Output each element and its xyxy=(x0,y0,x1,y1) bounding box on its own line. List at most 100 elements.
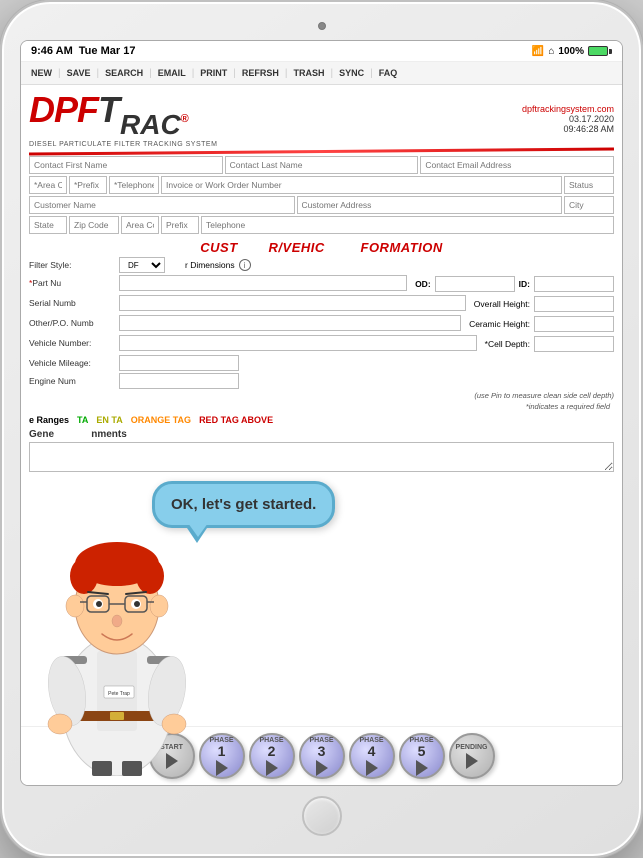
logo-time: 09:46:28 AM xyxy=(522,124,614,134)
section-header-text: CUST xyxy=(200,240,237,255)
area-code2-input[interactable] xyxy=(121,216,159,234)
customer-name-input[interactable] xyxy=(29,196,295,214)
tag-ranges: e Ranges TA EN TA ORANGE TAG RED TAG ABO… xyxy=(29,411,614,427)
toolbar-trash[interactable]: TRASH xyxy=(290,66,329,80)
wifi-icon: 📶 xyxy=(532,46,544,57)
id-input[interactable] xyxy=(534,276,614,292)
camera xyxy=(318,22,326,30)
phase-pending-btn[interactable]: PENDING xyxy=(449,733,495,779)
vehicle-num-row: Vehicle Number: xyxy=(29,335,477,351)
od-input[interactable] xyxy=(435,276,515,292)
toolbar-email[interactable]: EMAIL xyxy=(154,66,190,80)
phase-pending-label: PENDING xyxy=(456,744,488,751)
date-display: Tue Mar 17 xyxy=(79,45,136,57)
part-num-label: Part Nu xyxy=(29,278,119,288)
toolbar-faq[interactable]: FAQ xyxy=(375,66,402,80)
mileage-input[interactable] xyxy=(119,355,239,371)
phase-2-circle[interactable]: PHASE 2 xyxy=(249,733,295,779)
phase-2-btn[interactable]: PHASE 2 xyxy=(249,733,295,779)
toolbar-refresh[interactable]: REFRSH xyxy=(238,66,283,80)
contact-email[interactable] xyxy=(420,156,614,174)
prefix2-input[interactable] xyxy=(161,216,199,234)
part-num-group: Part Nu xyxy=(29,275,407,293)
logo-group: DPFTRAC® DIESEL PARTICULATE FILTER TRACK… xyxy=(29,89,217,148)
toolbar: NEW | SAVE | SEARCH | EMAIL | PRINT | RE… xyxy=(21,62,622,85)
phase-3-btn[interactable]: PHASE 3 xyxy=(299,733,345,779)
state-input[interactable] xyxy=(29,216,67,234)
invoice-input[interactable] xyxy=(161,176,562,194)
customer-address-input[interactable] xyxy=(297,196,563,214)
toolbar-search[interactable]: SEARCH xyxy=(101,66,147,80)
status-bar: 9:46 AM Tue Mar 17 📶 ⌂ 100% xyxy=(21,41,622,62)
overall-height-input[interactable] xyxy=(534,296,614,312)
part-num-row: Part Nu xyxy=(29,275,407,291)
status-input[interactable] xyxy=(564,176,614,194)
ceramic-height-input[interactable] xyxy=(534,316,614,332)
vehicle-cell-row: Vehicle Number: *Cell Depth: xyxy=(29,335,614,353)
phase-1-btn[interactable]: PHASE 1 xyxy=(199,733,245,779)
toolbar-sync[interactable]: SYNC xyxy=(335,66,368,80)
phase-4-btn[interactable]: PHASE 4 xyxy=(349,733,395,779)
toolbar-save[interactable]: SAVE xyxy=(63,66,95,80)
phase-5-btn[interactable]: PHASE 5 xyxy=(399,733,445,779)
filter-style-select[interactable]: DF DPF xyxy=(119,257,165,273)
po-input[interactable] xyxy=(119,315,461,331)
contact-last-name[interactable] xyxy=(225,156,419,174)
phase-pending-circle[interactable]: PENDING xyxy=(449,733,495,779)
po-label: Other/P.O. Numb xyxy=(29,318,119,328)
part-num-input[interactable] xyxy=(119,275,407,291)
serial-group: Serial Numb xyxy=(29,295,466,313)
toolbar-print[interactable]: PRINT xyxy=(196,66,231,80)
logo-subtitle: DIESEL PARTICULATE FILTER TRACKING SYSTE… xyxy=(29,141,217,148)
zip-input[interactable] xyxy=(69,216,119,234)
battery-percent: 100% xyxy=(558,46,584,57)
od-label: OD: xyxy=(415,279,431,289)
phase-4-num: 4 xyxy=(368,744,376,758)
phase-3-play xyxy=(316,760,328,776)
city-input[interactable] xyxy=(564,196,614,214)
logo-trac-t: T xyxy=(98,89,120,130)
battery-cap xyxy=(609,49,612,54)
logo-website: dpftrackingsystem.com xyxy=(522,104,614,114)
battery-body xyxy=(588,46,608,56)
phase-4-play xyxy=(366,760,378,776)
vehicle-num-group: Vehicle Number: xyxy=(29,335,477,353)
serial-label: Serial Numb xyxy=(29,298,119,308)
logo-text: DPFTRAC® xyxy=(29,89,217,141)
ceramic-height-label: Ceramic Height: xyxy=(469,319,530,329)
time-display: 9:46 AM xyxy=(31,45,73,57)
comments-box[interactable] xyxy=(29,442,614,472)
phase-1-circle[interactable]: PHASE 1 xyxy=(199,733,245,779)
prefix-input[interactable] xyxy=(69,176,107,194)
phase-5-circle[interactable]: PHASE 5 xyxy=(399,733,445,779)
serial-input[interactable] xyxy=(119,295,466,311)
engine-row: Engine Num xyxy=(29,373,614,389)
area-code-input[interactable] xyxy=(29,176,67,194)
filter-dims-group: r Dimensions i xyxy=(185,259,614,271)
telephone-input[interactable] xyxy=(109,176,159,194)
customer-row xyxy=(29,196,614,214)
contact-first-name[interactable] xyxy=(29,156,223,174)
telephone2-input[interactable] xyxy=(201,216,614,234)
phase-3-circle[interactable]: PHASE 3 xyxy=(299,733,345,779)
logo-right: dpftrackingsystem.com 03.17.2020 09:46:2… xyxy=(522,104,614,134)
phase-start-circle[interactable]: START xyxy=(149,733,195,779)
serial-height-row: Serial Numb Overall Height: xyxy=(29,295,614,313)
ipad-screen: 9:46 AM Tue Mar 17 📶 ⌂ 100% NEW | SAVE |… xyxy=(20,40,623,786)
phase-5-num: 5 xyxy=(418,744,426,758)
cell-depth-input[interactable] xyxy=(534,336,614,352)
filter-dim-label: r Dimensions xyxy=(185,260,235,270)
home-button[interactable] xyxy=(302,796,342,836)
phase-start-btn[interactable]: START xyxy=(149,733,195,779)
section-vehic: R/VEHIC xyxy=(269,240,325,255)
vehicle-num-input[interactable] xyxy=(119,335,477,351)
filter-style-label: Filter Style: xyxy=(29,260,119,270)
phone-row xyxy=(29,176,614,194)
engine-input[interactable] xyxy=(119,373,239,389)
phase-4-circle[interactable]: PHASE 4 xyxy=(349,733,395,779)
po-ceramic-row: Other/P.O. Numb Ceramic Height: xyxy=(29,315,614,333)
info-icon[interactable]: i xyxy=(239,259,251,271)
filter-style-row: Filter Style: DF DPF r Dimensions i xyxy=(29,257,614,273)
od-group: OD: ID: xyxy=(415,275,614,293)
toolbar-new[interactable]: NEW xyxy=(27,66,56,80)
